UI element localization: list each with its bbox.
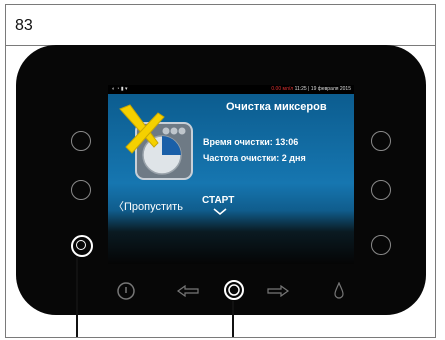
status-date: 19 февраля 2015 — [310, 86, 351, 92]
status-time: 11:25 — [294, 86, 307, 92]
right-button-2[interactable] — [371, 180, 391, 200]
status-bar: ◐ ◔ ▮ ▾ 0.00 мл/л 11:25 | 19 февраля 201… — [108, 85, 354, 94]
mixer-cleaning-icon — [119, 104, 193, 180]
screen-title: Очистка миксеров — [226, 101, 327, 113]
skip-button[interactable]: 〈Пропустить — [113, 198, 183, 214]
status-right: 0.00 мл/л 11:25 | 19 февраля 2015 — [271, 86, 351, 92]
cleaning-time: Время очистки: 13:06 — [203, 137, 299, 147]
left-button-3[interactable] — [71, 235, 93, 257]
chevron-down-icon — [213, 208, 227, 215]
status-red-text: 0.00 мл/л — [271, 86, 294, 92]
skip-label: Пропустить — [124, 201, 183, 213]
arrow-down-icon[interactable] — [223, 279, 245, 301]
callout-line-center — [232, 301, 234, 337]
arrow-right-icon[interactable] — [266, 285, 290, 297]
chevron-left-icon: 〈 — [113, 201, 124, 213]
right-button-1[interactable] — [371, 131, 391, 151]
figure-frame: 83 ◐ ◔ ▮ ▾ 0.00 мл/л 11:25 | 19 февраля … — [5, 4, 436, 338]
power-icon[interactable] — [116, 281, 136, 301]
right-button-3[interactable] — [371, 235, 391, 255]
status-icons: ◐ ◔ ▮ ▾ — [112, 86, 128, 92]
cleaning-frequency: Частота очистки: 2 дня — [203, 153, 306, 163]
start-label[interactable]: СТАРТ — [202, 195, 234, 206]
display-screen: ◐ ◔ ▮ ▾ 0.00 мл/л 11:25 | 19 февраля 201… — [108, 85, 354, 264]
drop-icon[interactable] — [333, 282, 345, 300]
figure-number: 83 — [15, 17, 33, 34]
arrow-left-icon[interactable] — [176, 285, 200, 297]
left-button-1[interactable] — [71, 131, 91, 151]
left-button-2[interactable] — [71, 180, 91, 200]
callout-line-left — [76, 257, 78, 337]
